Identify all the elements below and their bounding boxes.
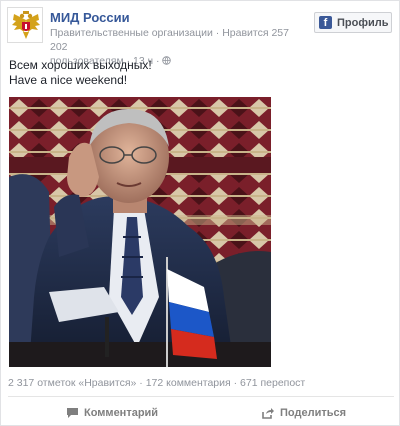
post-photo[interactable] <box>9 97 271 367</box>
comment-icon <box>67 408 78 418</box>
russian-coat-of-arms-icon <box>8 8 42 42</box>
engagement-stats[interactable]: 2 317 отметок «Нравится» · 172 комментар… <box>8 377 305 389</box>
meta-category-likes: Правительственные организации · Нравится… <box>50 27 289 53</box>
page-avatar[interactable] <box>7 7 43 43</box>
post-actions-bar: Комментарий Поделиться <box>1 399 400 426</box>
page-name-link[interactable]: МИД России <box>50 10 130 25</box>
profile-button-label: Профиль <box>337 16 389 29</box>
facebook-icon: f <box>319 16 332 29</box>
share-icon <box>262 407 274 419</box>
comment-button[interactable]: Комментарий <box>67 404 158 422</box>
post-text-line-en: Have a nice weekend! <box>9 73 128 87</box>
share-button[interactable]: Поделиться <box>262 404 346 422</box>
post-photo-image <box>9 97 271 367</box>
post-text-line-ru: Всем хороших выходных! <box>9 58 152 72</box>
facebook-post-card: МИД России Правительственные организации… <box>0 0 400 426</box>
profile-button[interactable]: f Профиль <box>314 12 392 33</box>
share-button-label: Поделиться <box>280 407 347 419</box>
actions-divider <box>8 396 394 397</box>
post-text: Всем хороших выходных! Have a nice weeke… <box>9 58 152 88</box>
comment-button-label: Комментарий <box>84 407 159 419</box>
globe-icon <box>162 56 172 65</box>
